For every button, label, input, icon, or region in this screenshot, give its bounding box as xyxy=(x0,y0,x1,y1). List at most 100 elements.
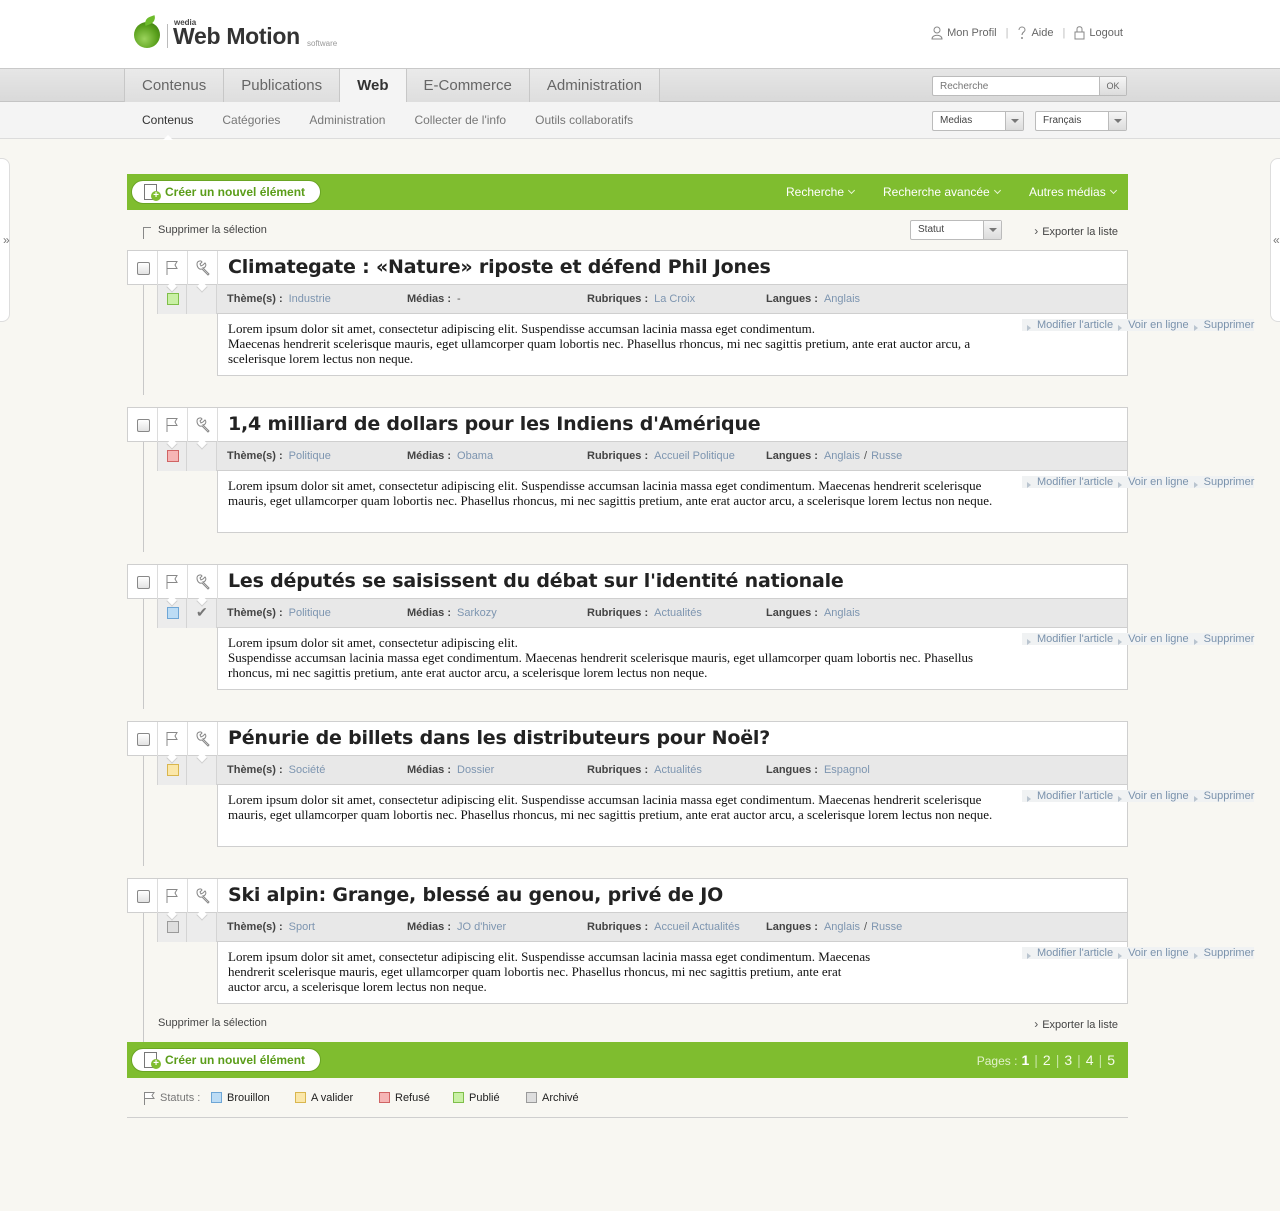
meta-medias-value[interactable]: Sarkozy xyxy=(457,607,497,619)
edit-cell[interactable] xyxy=(188,408,218,450)
article-checkbox[interactable] xyxy=(137,890,150,903)
excerpt-line: Maecenas hendrerit scelerisque mauris, e… xyxy=(228,336,971,366)
search-menu[interactable]: Recherche xyxy=(786,174,854,210)
meta-langues-value[interactable]: Anglais xyxy=(824,921,860,933)
status-select[interactable]: Statut xyxy=(910,220,1002,240)
flag-cell[interactable] xyxy=(158,879,188,921)
edit-cell[interactable] xyxy=(188,722,218,764)
meta-langues-value[interactable]: Anglais xyxy=(824,293,860,305)
edit-article-link[interactable]: Modifier l'article xyxy=(1022,947,1114,959)
page-link-2[interactable]: 2 xyxy=(1043,1052,1051,1068)
advanced-search-menu[interactable]: Recherche avancée xyxy=(883,174,1000,210)
logout-link[interactable]: Logout xyxy=(1074,26,1123,40)
view-online-link[interactable]: Voir en ligne xyxy=(1113,633,1189,645)
edit-cell[interactable] xyxy=(188,879,218,921)
meta-themes-value[interactable]: Société xyxy=(289,764,326,776)
meta-medias-value[interactable]: Dossier xyxy=(457,764,494,776)
delete-article-link[interactable]: Supprimer xyxy=(1188,947,1255,959)
meta-themes-value[interactable]: Politique xyxy=(289,450,331,462)
delete-selection-link[interactable]: Supprimer la sélection xyxy=(158,1017,267,1029)
meta-langues-value[interactable]: Anglais xyxy=(824,450,860,462)
flag-cell[interactable] xyxy=(158,565,188,607)
article-title[interactable]: Climategate : «Nature» riposte et défend… xyxy=(228,256,771,278)
tab-administration[interactable]: Administration xyxy=(528,69,660,102)
delete-article-link[interactable]: Supprimer xyxy=(1188,790,1255,802)
edit-article-link[interactable]: Modifier l'article xyxy=(1022,319,1114,331)
meta-themes-value[interactable]: Sport xyxy=(289,921,315,933)
subtab-4[interactable]: Collecter de l'info xyxy=(414,102,506,139)
subtab-2[interactable]: Catégories xyxy=(222,102,280,139)
meta-rubriques-value[interactable]: Accueil Politique xyxy=(654,450,735,462)
meta-langues-value[interactable]: Anglais xyxy=(824,607,860,619)
delete-article-link[interactable]: Supprimer xyxy=(1188,319,1255,331)
meta-themes-value[interactable]: Politique xyxy=(289,607,331,619)
right-panel-toggle[interactable]: « xyxy=(1270,158,1280,322)
other-media-menu[interactable]: Autres médias xyxy=(1029,174,1116,210)
article-checkbox[interactable] xyxy=(137,733,150,746)
edit-article-link[interactable]: Modifier l'article xyxy=(1022,790,1114,802)
flag-cell[interactable] xyxy=(158,408,188,450)
export-list-link[interactable]: Exporter la liste xyxy=(1034,224,1118,238)
search-button[interactable]: OK xyxy=(1099,77,1126,95)
media-select[interactable]: Medias xyxy=(932,111,1024,131)
page-link-4[interactable]: 4 xyxy=(1086,1052,1094,1068)
create-element-button[interactable]: + Créer un nouvel élément xyxy=(131,180,321,204)
create-element-button[interactable]: + Créer un nouvel élément xyxy=(131,1048,321,1072)
meta-langues-value[interactable]: Russe xyxy=(871,450,902,462)
article-title[interactable]: Ski alpin: Grange, blessé au genou, priv… xyxy=(228,884,723,906)
delete-article-link[interactable]: Supprimer xyxy=(1188,476,1255,488)
tab-contenus[interactable]: Contenus xyxy=(124,69,224,102)
article-actions: Modifier l'article Voir en ligne Supprimer xyxy=(1022,629,1255,649)
meta-medias-value[interactable]: Obama xyxy=(457,450,493,462)
view-online-link[interactable]: Voir en ligne xyxy=(1113,947,1189,959)
meta-rubriques-value[interactable]: La Croix xyxy=(654,293,695,305)
meta-langues-value[interactable]: Russe xyxy=(871,921,902,933)
meta-rubriques-label: Rubriques : xyxy=(587,450,649,462)
view-online-link[interactable]: Voir en ligne xyxy=(1113,319,1189,331)
article-title[interactable]: Pénurie de billets dans les distributeur… xyxy=(228,727,770,749)
page-link-1[interactable]: 1 xyxy=(1021,1052,1029,1068)
meta-themes-value[interactable]: Industrie xyxy=(289,293,331,305)
article-title[interactable]: Les députés se saisissent du débat sur l… xyxy=(228,570,844,592)
flag-cell[interactable] xyxy=(158,251,188,293)
export-list-link[interactable]: Exporter la liste xyxy=(1034,1017,1118,1031)
language-select[interactable]: Français xyxy=(1035,111,1127,131)
profile-link[interactable]: Mon Profil xyxy=(931,26,997,40)
meta-rubriques-value[interactable]: Actualités xyxy=(654,764,702,776)
tab-web[interactable]: Web xyxy=(339,69,406,103)
tab-e-commerce[interactable]: E-Commerce xyxy=(405,69,529,102)
delete-selection-link[interactable]: Supprimer la sélection xyxy=(158,224,267,236)
article-checkbox[interactable] xyxy=(137,576,150,589)
subtab-1[interactable]: Contenus xyxy=(142,102,193,140)
help-label: Aide xyxy=(1031,27,1054,39)
meta-themes: Thème(s) : Industrie xyxy=(227,293,331,305)
article-checkbox[interactable] xyxy=(137,262,150,275)
article-title[interactable]: 1,4 milliard de dollars pour les Indiens… xyxy=(228,413,761,435)
left-panel-toggle[interactable]: » xyxy=(0,158,10,322)
subtab-5[interactable]: Outils collaboratifs xyxy=(535,102,633,139)
edit-article-link[interactable]: Modifier l'article xyxy=(1022,633,1114,645)
edit-cell[interactable] xyxy=(188,251,218,293)
page-link-5[interactable]: 5 xyxy=(1107,1052,1115,1068)
subtab-3[interactable]: Administration xyxy=(309,102,385,139)
view-online-link[interactable]: Voir en ligne xyxy=(1113,476,1189,488)
meta-langues-value[interactable]: Espagnol xyxy=(824,764,870,776)
meta-rubriques: Rubriques : Actualités xyxy=(587,764,702,776)
delete-article-link[interactable]: Supprimer xyxy=(1188,633,1255,645)
edit-cell[interactable] xyxy=(188,565,218,607)
edit-article-link[interactable]: Modifier l'article xyxy=(1022,476,1114,488)
meta-medias-value[interactable]: JO d'hiver xyxy=(457,921,506,933)
article-actions: Modifier l'article Voir en ligne Supprimer xyxy=(1022,472,1255,492)
user-icon xyxy=(931,26,943,40)
page-link-3[interactable]: 3 xyxy=(1064,1052,1072,1068)
meta-langues-label: Langues : xyxy=(766,293,818,305)
view-online-link[interactable]: Voir en ligne xyxy=(1113,790,1189,802)
meta-themes-label: Thème(s) : xyxy=(227,607,283,619)
flag-cell[interactable] xyxy=(158,722,188,764)
search-input[interactable] xyxy=(933,77,1100,95)
meta-rubriques-value[interactable]: Accueil Actualités xyxy=(654,921,740,933)
meta-rubriques-value[interactable]: Actualités xyxy=(654,607,702,619)
article-checkbox[interactable] xyxy=(137,419,150,432)
help-link[interactable]: Aide xyxy=(1017,26,1053,40)
tab-publications[interactable]: Publications xyxy=(223,69,340,102)
